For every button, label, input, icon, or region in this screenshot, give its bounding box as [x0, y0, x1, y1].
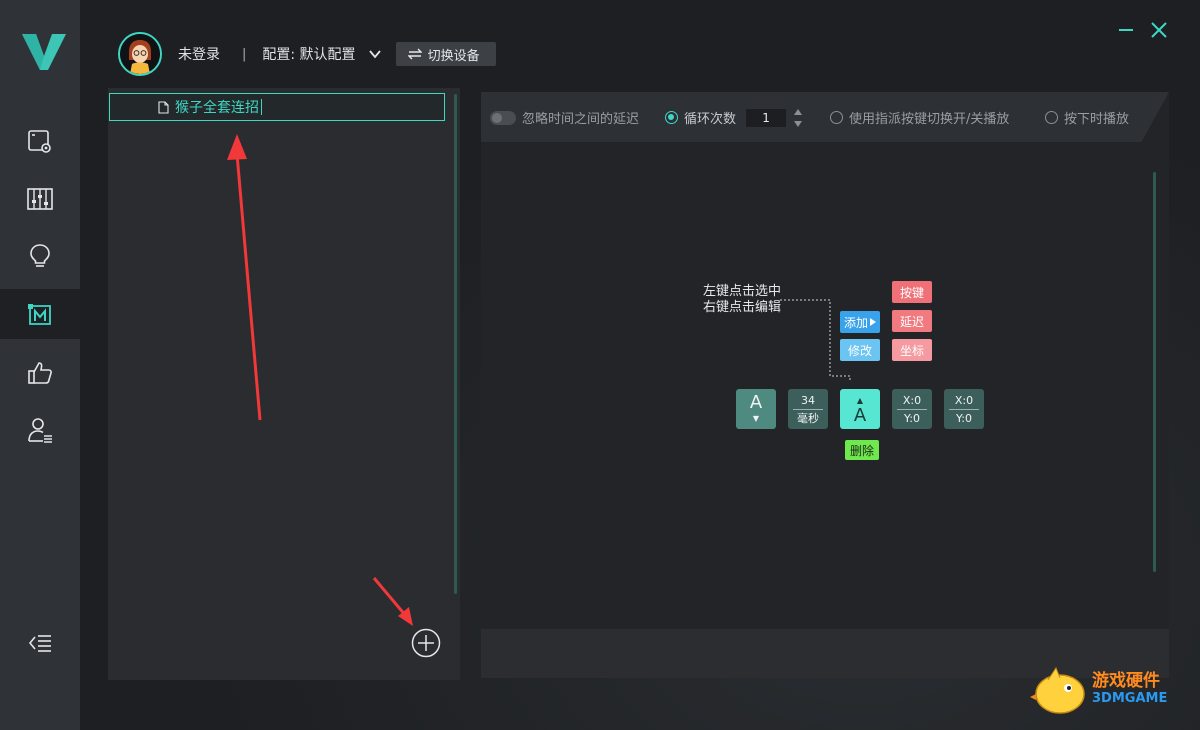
- delay-event-tile[interactable]: 34 毫秒: [788, 389, 828, 429]
- key-label: A: [853, 404, 867, 426]
- tile-divider: [949, 408, 979, 410]
- tile-divider: [793, 408, 823, 410]
- sidebar-item-lighting[interactable]: [0, 231, 80, 281]
- modify-button[interactable]: 修改: [840, 339, 880, 361]
- tile-divider: [897, 408, 927, 410]
- caret-right-icon: [870, 318, 876, 326]
- toggle-play-option[interactable]: 使用指派按键切换开/关播放: [830, 108, 1009, 127]
- loop-radio[interactable]: [665, 111, 678, 124]
- key-up-down-indicator: ▼: [752, 413, 760, 423]
- watermark-text: 游戏硬件 3DMGAME: [1092, 672, 1167, 708]
- hold-play-option[interactable]: 按下时播放: [1045, 108, 1129, 127]
- equalizer-icon: [27, 188, 53, 210]
- delay-button[interactable]: 延迟: [892, 310, 932, 332]
- coord-y: Y:0: [904, 411, 920, 425]
- hint-right-click: 右键点击编辑: [703, 300, 782, 315]
- minimize-icon[interactable]: [1116, 20, 1136, 40]
- coord-event-tile[interactable]: X:0 Y:0: [892, 389, 932, 429]
- macro-editor-panel: 忽略时间之间的延迟 循环次数 1 使用指派按键切换开/关播放 按下时播放: [481, 92, 1169, 678]
- coord-y: Y:0: [956, 411, 972, 425]
- close-icon[interactable]: [1149, 20, 1169, 40]
- watermark-line2: 3DMGAME: [1092, 691, 1168, 706]
- login-status[interactable]: 未登录: [178, 44, 220, 64]
- annotation-arrow-down: [372, 577, 413, 626]
- avatar[interactable]: [118, 32, 162, 76]
- ignore-delay-toggle[interactable]: [490, 110, 516, 125]
- duck-mascot-icon: [1030, 666, 1085, 714]
- key-button[interactable]: 按键: [892, 281, 932, 303]
- user-list-icon: [28, 418, 52, 443]
- add-button-label: 添加: [843, 315, 868, 330]
- coord-button[interactable]: 坐标: [892, 339, 932, 361]
- key-event-tile-selected[interactable]: ▲ A: [840, 389, 880, 429]
- lightbulb-icon: [30, 244, 50, 267]
- sidebar: [0, 0, 80, 730]
- watermark: 游戏硬件 3DMGAME: [1030, 664, 1167, 716]
- switch-device-label: 切换设备: [427, 48, 480, 64]
- list-item[interactable]: 猴子全套连招: [109, 93, 445, 121]
- swap-icon: [407, 48, 422, 60]
- ignore-delay-option[interactable]: 忽略时间之间的延迟: [490, 108, 639, 127]
- coord-x: X:0: [954, 393, 974, 407]
- sidebar-item-equalizer[interactable]: [0, 174, 80, 224]
- device-settings-icon: [28, 130, 51, 153]
- annotation-arrow-up: [227, 134, 262, 421]
- collapse-sidebar-button[interactable]: [0, 618, 80, 668]
- loop-option[interactable]: 循环次数 1: [665, 108, 804, 127]
- loop-count-stepper[interactable]: [792, 108, 804, 127]
- sidebar-item-macro[interactable]: [0, 289, 80, 339]
- file-icon: [158, 100, 169, 114]
- config-selector-label[interactable]: 配置: 默认配置: [262, 44, 355, 64]
- ignore-delay-label: 忽略时间之间的延迟: [522, 112, 640, 127]
- sidebar-item-account[interactable]: [0, 405, 80, 455]
- delay-unit: 毫秒: [797, 411, 819, 425]
- coord-x: X:0: [902, 393, 922, 407]
- delay-value: 34: [801, 393, 815, 407]
- header-separator: |: [242, 46, 247, 62]
- thumbs-up-icon: [28, 362, 52, 384]
- scrollbar[interactable]: [1153, 172, 1156, 572]
- chevron-down-icon[interactable]: [368, 47, 382, 61]
- sidebar-item-like[interactable]: [0, 348, 80, 398]
- caret-down-icon[interactable]: [794, 120, 803, 127]
- watermark-line1: 游戏硬件: [1092, 671, 1160, 691]
- caret-up-icon[interactable]: [794, 108, 803, 115]
- app-logo: [22, 34, 66, 70]
- collapse-menu-icon: [28, 635, 51, 652]
- toggle-play-label: 使用指派按键切换开/关播放: [849, 112, 1010, 127]
- switch-device-button[interactable]: 切换设备: [395, 42, 496, 66]
- loop-count-input[interactable]: 1: [746, 108, 787, 127]
- text-caret: [261, 99, 262, 115]
- key-event-tile[interactable]: A ▼: [736, 389, 776, 429]
- key-label: A: [749, 391, 763, 413]
- scrollbar[interactable]: [454, 94, 457, 594]
- coord-event-tile[interactable]: X:0 Y:0: [944, 389, 984, 429]
- sidebar-item-device[interactable]: [0, 117, 80, 167]
- hold-play-radio[interactable]: [1045, 111, 1058, 124]
- user-avatar-icon: [120, 34, 160, 74]
- editor-hint: 左键点击选中 右键点击编辑: [703, 284, 781, 316]
- delete-button[interactable]: 删除: [845, 440, 879, 460]
- toggle-play-radio[interactable]: [830, 111, 843, 124]
- macro-name[interactable]: 猴子全套连招: [175, 97, 259, 117]
- loop-label: 循环次数: [684, 112, 737, 127]
- macro-icon: [28, 304, 51, 325]
- add-macro-button[interactable]: [411, 628, 441, 658]
- hint-left-click: 左键点击选中: [703, 284, 782, 299]
- top-bar: 未登录 | 配置: 默认配置 切换设备: [118, 32, 496, 76]
- add-button[interactable]: 添加: [840, 311, 880, 333]
- hold-play-label: 按下时播放: [1064, 112, 1130, 127]
